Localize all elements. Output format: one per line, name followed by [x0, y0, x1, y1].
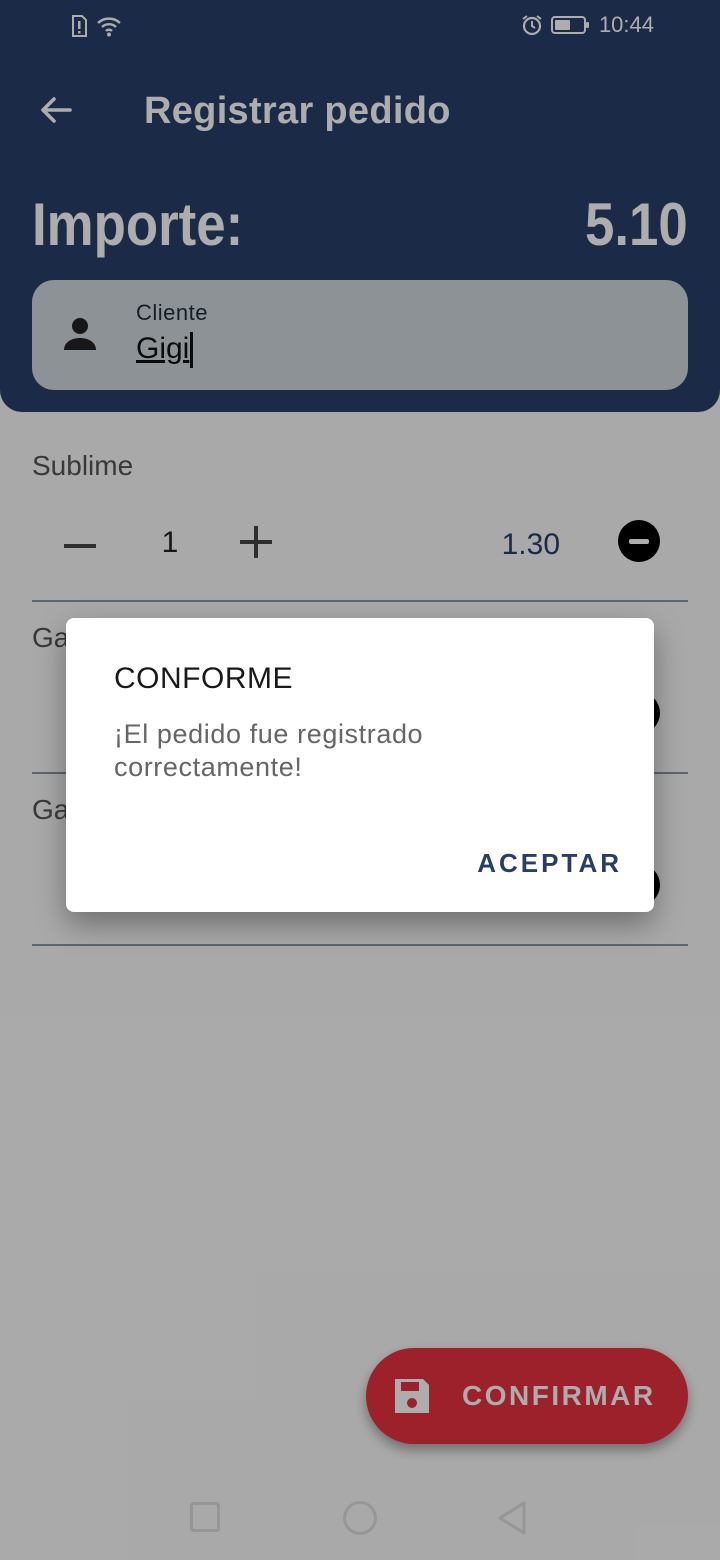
dialog-message: ¡El pedido fue registrado correctamente! — [114, 719, 424, 782]
confirmation-dialog: CONFORME ¡El pedido fue registrado corre… — [66, 618, 654, 912]
dialog-title: CONFORME — [114, 662, 293, 695]
accept-button[interactable]: ACEPTAR — [477, 848, 622, 879]
